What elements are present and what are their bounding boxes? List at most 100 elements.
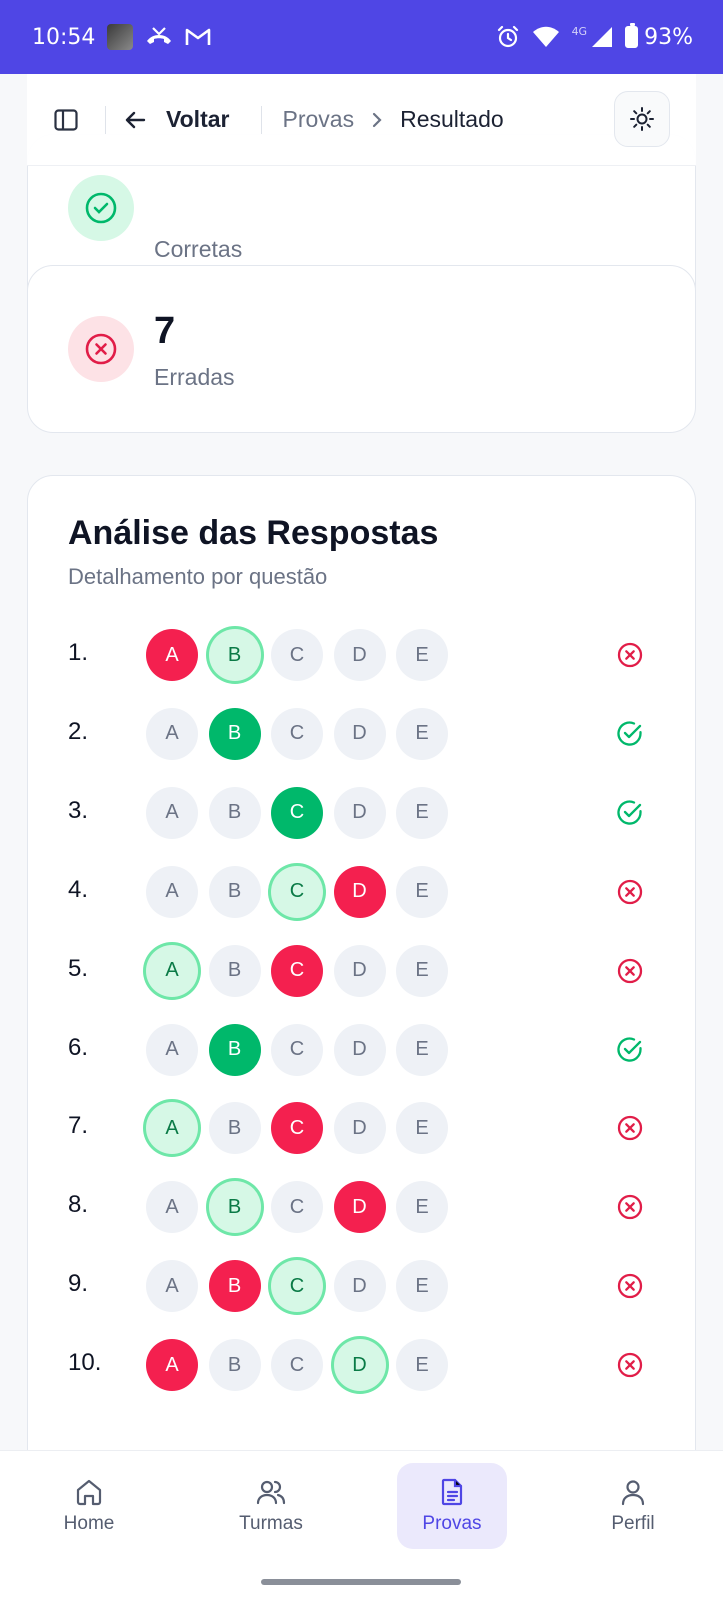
question-row: 3. A B C D E (28, 783, 697, 843)
nav-turmas[interactable]: Turmas (216, 1463, 326, 1549)
answer-option-a: A (146, 1102, 198, 1155)
answer-option-d: D (333, 1102, 386, 1155)
check-circle-icon (617, 721, 642, 746)
answer-option-c: C (271, 1260, 323, 1313)
answer-option-d: D (333, 865, 386, 918)
x-circle-icon (85, 333, 117, 365)
answer-option-a: A (146, 786, 198, 839)
document-icon (441, 1478, 463, 1506)
answer-option-c: C (271, 629, 323, 681)
x-circle-icon (617, 958, 643, 983)
top-header: Voltar Provas Resultado (27, 74, 696, 166)
answer-option-c: C (271, 1102, 323, 1155)
question-number: 1. (68, 639, 89, 666)
nav-perfil[interactable]: Perfil (578, 1463, 688, 1549)
back-button[interactable]: Voltar (124, 106, 229, 133)
question-number: 10. (68, 1349, 102, 1377)
answer-option-c: C (271, 1023, 323, 1076)
answer-option-b: B (208, 786, 261, 839)
answer-option-e: E (396, 1023, 448, 1076)
question-row: 8. A B C D E (28, 1177, 697, 1237)
answer-option-a: A (146, 629, 198, 681)
check-circle-icon (617, 800, 642, 825)
nav-home[interactable]: Home (34, 1463, 144, 1549)
answer-option-e: E (396, 1260, 448, 1313)
gmail-icon (186, 28, 211, 45)
question-row: 1. A B C D E (28, 625, 697, 685)
answer-option-d: D (333, 944, 386, 997)
answer-option-d: D (333, 707, 386, 760)
user-icon (621, 1480, 645, 1506)
answer-option-e: E (396, 1181, 448, 1234)
answer-option-e: E (396, 865, 448, 918)
breadcrumb-provas[interactable]: Provas (282, 106, 354, 133)
notification-avatar-icon (107, 24, 134, 50)
status-time: 10:54 (32, 24, 96, 50)
answer-option-b: B (208, 944, 261, 997)
answer-option-a: A (146, 1023, 198, 1076)
missed-call-icon (147, 27, 172, 44)
chevron-right-icon (370, 111, 384, 129)
analysis-title: Análise das Respostas (68, 514, 439, 552)
answer-option-c: C (271, 1339, 323, 1392)
answer-option-b: B (208, 865, 261, 918)
correct-stat-badge (68, 175, 134, 241)
home-icon (76, 1479, 102, 1506)
x-circle-icon (617, 1274, 643, 1299)
users-icon (256, 1480, 286, 1505)
home-indicator[interactable] (261, 1579, 461, 1585)
sun-icon (630, 107, 654, 131)
question-row: 7. A B C D E (28, 1098, 697, 1158)
header-divider (105, 105, 106, 134)
nav-perfil-label: Perfil (611, 1513, 655, 1534)
answer-option-a: A (146, 707, 198, 760)
answer-option-e: E (396, 629, 448, 681)
main-content[interactable]: Corretas 7 Erradas Análise das Respostas… (0, 74, 723, 1450)
answer-option-d: D (333, 786, 386, 839)
answer-option-d: D (333, 1023, 386, 1076)
question-number: 8. (68, 1191, 89, 1219)
sidebar-toggle-button[interactable] (41, 95, 91, 145)
question-row: 2. A B C D E (28, 704, 697, 764)
signal-icon (592, 27, 613, 47)
status-bar: 10:54 4G 93% (0, 0, 723, 74)
x-circle-icon (617, 1352, 643, 1378)
answer-option-a: A (146, 944, 198, 997)
answer-option-a: A (146, 1181, 198, 1234)
wrong-label: Erradas (154, 364, 235, 390)
question-number: 9. (68, 1270, 89, 1298)
analysis-subtitle: Detalhamento por questão (68, 564, 328, 589)
x-circle-icon (617, 642, 643, 668)
answer-option-e: E (396, 786, 448, 839)
check-circle-icon (617, 1036, 642, 1062)
answer-option-c: C (271, 786, 323, 839)
x-circle-icon (617, 879, 643, 904)
answer-option-c: C (271, 1181, 323, 1234)
network-type: 4G (571, 24, 588, 38)
wrong-count: 7 (154, 310, 176, 352)
question-row: 9. A B C D E (28, 1256, 697, 1316)
nav-turmas-label: Turmas (239, 1513, 303, 1534)
answer-option-b: B (208, 1023, 261, 1076)
nav-provas[interactable]: Provas (397, 1463, 507, 1549)
answer-option-e: E (396, 707, 448, 760)
question-row: 6. A B C D E (28, 1020, 697, 1080)
answer-option-c: C (271, 944, 323, 997)
theme-toggle-button[interactable] (614, 91, 670, 147)
answer-option-b: B (208, 707, 261, 760)
question-number: 4. (68, 875, 89, 903)
header-divider (261, 105, 263, 134)
answer-option-e: E (396, 944, 448, 997)
question-row: 4. A B C D E (28, 862, 697, 922)
answer-option-d: D (333, 629, 386, 681)
answer-option-b: B (208, 1260, 261, 1313)
nav-home-label: Home (63, 1513, 115, 1534)
answer-option-a: A (146, 1339, 198, 1392)
answer-option-b: B (208, 629, 261, 681)
answer-option-e: E (396, 1339, 448, 1392)
back-label: Voltar (166, 106, 230, 132)
question-number: 7. (68, 1112, 89, 1140)
question-number: 2. (68, 717, 89, 745)
answer-option-e: E (396, 1102, 448, 1155)
question-number: 3. (68, 796, 89, 824)
